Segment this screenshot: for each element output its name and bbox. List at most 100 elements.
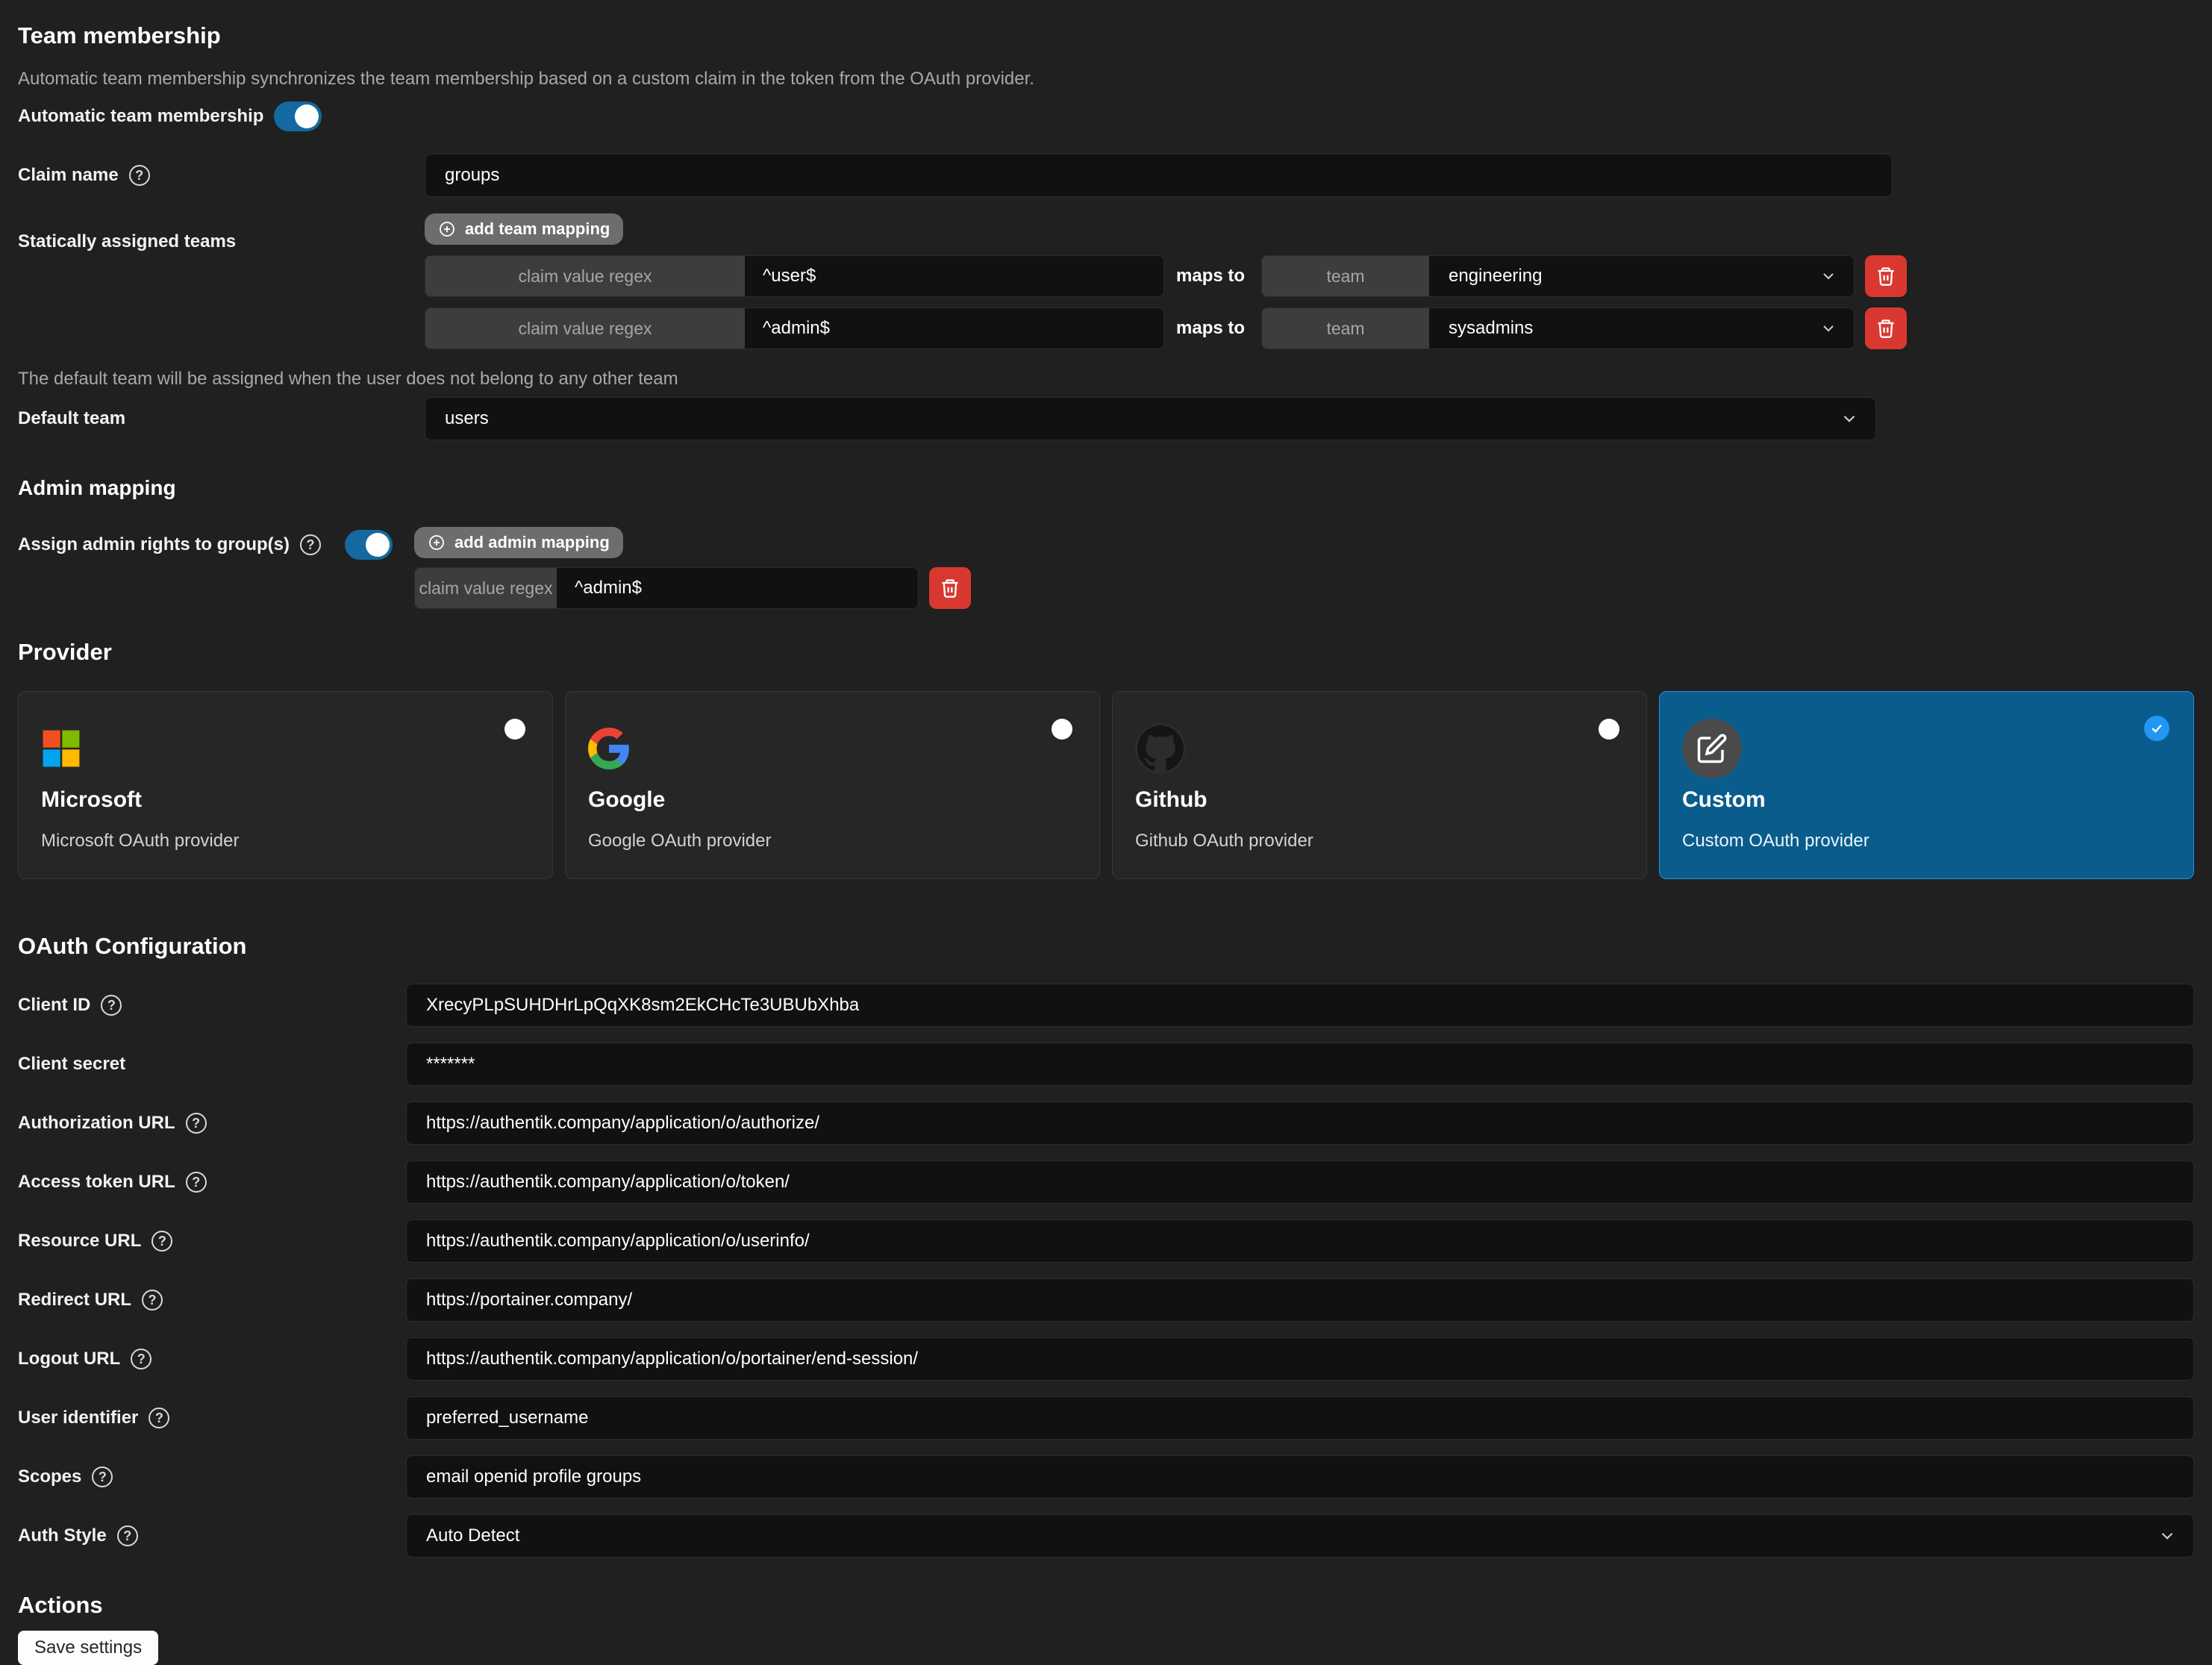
radio-unselected-icon[interactable] <box>1599 719 1619 740</box>
provider-card-google[interactable]: Google Google OAuth provider <box>565 691 1100 879</box>
claim-name-label: Claim name <box>18 165 119 186</box>
auto-team-membership-toggle[interactable] <box>274 101 322 131</box>
user-identifier-label: User identifier <box>18 1408 138 1428</box>
team-select-value: sysadmins <box>1449 318 1533 339</box>
plus-circle-icon <box>428 534 446 552</box>
claim-value-regex-input[interactable] <box>745 256 1163 296</box>
provider-card-microsoft[interactable]: Microsoft Microsoft OAuth provider <box>18 691 553 879</box>
radio-unselected-icon[interactable] <box>1052 719 1072 740</box>
add-admin-mapping-label: add admin mapping <box>454 533 610 552</box>
chevron-down-icon <box>2158 1526 2177 1546</box>
save-settings-button[interactable]: Save settings <box>18 1631 158 1665</box>
question-circle-icon[interactable] <box>186 1172 207 1193</box>
auto-team-membership-label: Automatic team membership <box>18 106 263 127</box>
claim-value-regex-input[interactable] <box>557 568 918 608</box>
chevron-down-icon <box>1819 267 1837 285</box>
assign-admin-rights-toggle[interactable] <box>345 530 393 560</box>
claim-value-regex-label: claim value regex <box>425 256 745 296</box>
auth-style-label: Auth Style <box>18 1525 107 1546</box>
question-circle-icon[interactable] <box>151 1231 172 1252</box>
delete-team-mapping-button[interactable] <box>1865 255 1907 297</box>
user-identifier-input[interactable] <box>406 1396 2194 1440</box>
question-circle-icon[interactable] <box>92 1466 113 1487</box>
scopes-label: Scopes <box>18 1466 81 1487</box>
provider-card-custom[interactable]: Custom Custom OAuth provider <box>1659 691 2194 879</box>
google-logo <box>588 728 630 769</box>
auth-style-value: Auto Detect <box>426 1525 519 1546</box>
client-secret-label: Client secret <box>18 1054 125 1075</box>
provider-card-description: Google OAuth provider <box>588 831 1077 852</box>
add-admin-mapping-button[interactable]: add admin mapping <box>414 527 623 558</box>
provider-card-name: Custom <box>1682 787 2171 813</box>
radio-unselected-icon[interactable] <box>504 719 525 740</box>
toggle-knob <box>366 533 390 557</box>
provider-card-name: Github <box>1135 787 1624 813</box>
question-circle-icon[interactable] <box>129 165 150 186</box>
client-id-label: Client ID <box>18 995 90 1016</box>
chevron-down-icon <box>1840 409 1859 428</box>
provider-card-description: Github OAuth provider <box>1135 831 1624 852</box>
admin-mapping-row: claim value regex <box>414 567 971 609</box>
delete-team-mapping-button[interactable] <box>1865 307 1907 349</box>
default-team-value: users <box>445 408 489 429</box>
auth-style-select[interactable]: Auto Detect <box>406 1514 2194 1558</box>
access-token-url-label: Access token URL <box>18 1172 175 1193</box>
team-select[interactable]: sysadmins <box>1429 308 1854 349</box>
client-id-input[interactable] <box>406 984 2194 1027</box>
chevron-down-icon <box>1819 319 1837 337</box>
redirect-url-input[interactable] <box>406 1278 2194 1322</box>
team-label: team <box>1262 256 1429 296</box>
default-team-note: The default team will be assigned when t… <box>18 369 2194 390</box>
question-circle-icon[interactable] <box>142 1290 163 1311</box>
add-team-mapping-button[interactable]: add team mapping <box>425 213 623 245</box>
admin-mapping-title: Admin mapping <box>18 476 2194 500</box>
default-team-select[interactable]: users <box>425 397 1876 440</box>
team-label: team <box>1262 308 1429 349</box>
add-team-mapping-label: add team mapping <box>465 219 610 239</box>
provider-card-name: Google <box>588 787 1077 813</box>
team-mapping-row: claim value regex maps to team sysadmins <box>425 307 1907 349</box>
logout-url-label: Logout URL <box>18 1349 120 1369</box>
scopes-input[interactable] <box>406 1455 2194 1499</box>
delete-admin-mapping-button[interactable] <box>929 567 971 609</box>
statically-assigned-teams-label: Statically assigned teams <box>18 231 236 252</box>
provider-card-description: Custom OAuth provider <box>1682 831 2171 852</box>
provider-title: Provider <box>18 639 2194 666</box>
github-logo <box>1137 725 1184 772</box>
plus-circle-icon <box>438 220 456 238</box>
oauth-configuration-title: OAuth Configuration <box>18 933 2194 960</box>
question-circle-icon[interactable] <box>149 1408 169 1428</box>
question-circle-icon[interactable] <box>101 995 122 1016</box>
question-circle-icon[interactable] <box>131 1349 151 1369</box>
provider-cards: Microsoft Microsoft OAuth provider Googl… <box>18 691 2194 879</box>
toggle-knob <box>295 104 319 128</box>
claim-value-regex-label: claim value regex <box>415 568 557 608</box>
default-team-label: Default team <box>18 408 125 429</box>
edit-pencil-icon <box>1696 733 1728 764</box>
provider-card-description: Microsoft OAuth provider <box>41 831 530 852</box>
team-mapping-row: claim value regex maps to team engineeri… <box>425 255 1907 297</box>
team-select-value: engineering <box>1449 266 1542 287</box>
client-secret-input[interactable] <box>406 1043 2194 1086</box>
provider-card-github[interactable]: Github Github OAuth provider <box>1112 691 1647 879</box>
team-select[interactable]: engineering <box>1429 256 1854 296</box>
trash-icon <box>1875 266 1896 287</box>
claim-value-regex-label: claim value regex <box>425 308 745 349</box>
claim-value-regex-input[interactable] <box>745 308 1163 349</box>
team-membership-title: Team membership <box>18 22 2194 49</box>
selected-check-icon[interactable] <box>2144 716 2169 741</box>
resource-url-input[interactable] <box>406 1219 2194 1263</box>
question-circle-icon[interactable] <box>186 1113 207 1134</box>
provider-card-name: Microsoft <box>41 787 530 813</box>
question-circle-icon[interactable] <box>117 1525 138 1546</box>
assign-admin-rights-label: Assign admin rights to group(s) <box>18 534 290 555</box>
access-token-url-input[interactable] <box>406 1160 2194 1204</box>
redirect-url-label: Redirect URL <box>18 1290 131 1311</box>
maps-to-label: maps to <box>1176 318 1245 339</box>
logout-url-input[interactable] <box>406 1337 2194 1381</box>
checkmark-icon <box>2149 721 2164 736</box>
trash-icon <box>1875 318 1896 339</box>
claim-name-input[interactable] <box>425 154 1893 197</box>
question-circle-icon[interactable] <box>300 534 321 555</box>
authorization-url-input[interactable] <box>406 1102 2194 1145</box>
